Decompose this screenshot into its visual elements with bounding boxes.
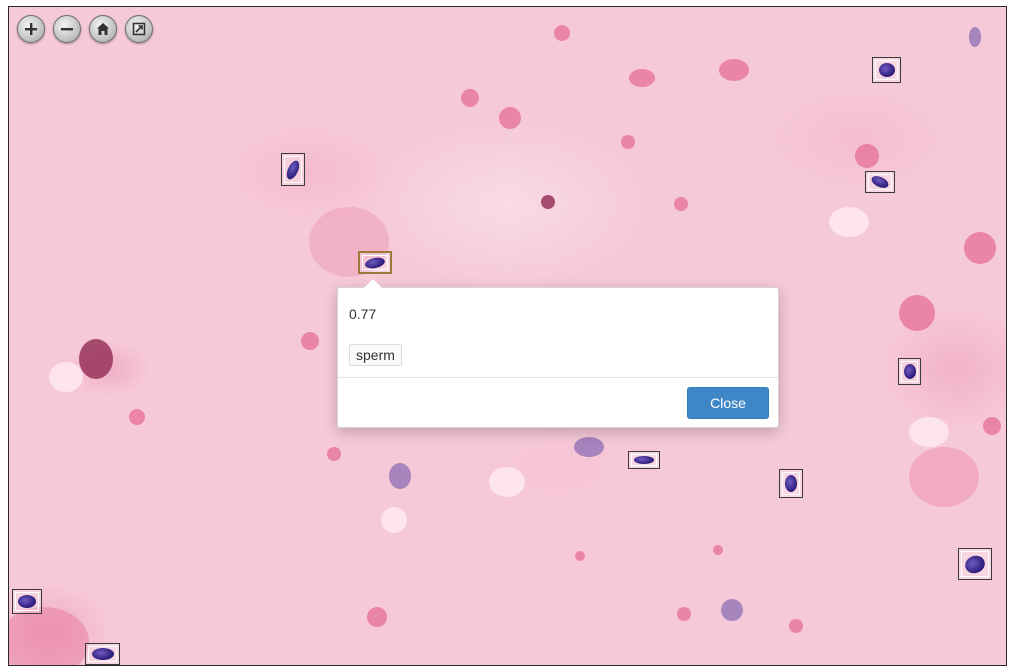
zoom-in-button[interactable]	[17, 15, 45, 43]
detection-box[interactable]	[12, 589, 42, 614]
detection-box[interactable]	[628, 451, 660, 469]
detection-popup: 0.77 sperm Close	[337, 279, 779, 428]
detection-box-inner	[901, 361, 918, 382]
tissue-spot	[9, 607, 89, 665]
tissue-spot	[677, 607, 691, 621]
tissue-cell	[721, 599, 743, 621]
detection-label-tag: sperm	[349, 344, 402, 366]
tissue-spot	[964, 232, 996, 264]
sperm-cell	[962, 552, 988, 576]
tissue-vacuole	[49, 362, 83, 392]
detection-box[interactable]	[872, 57, 901, 83]
tissue-vacuole	[909, 417, 949, 447]
tissue-vacuole	[829, 207, 869, 237]
detection-box-inner	[782, 472, 800, 495]
sperm-cell	[18, 595, 36, 608]
home-icon	[97, 23, 109, 35]
tissue-spot	[713, 545, 723, 555]
tissue-spot	[909, 447, 979, 507]
sperm-cell	[785, 475, 797, 492]
tissue-cell	[389, 463, 411, 489]
sperm-cell	[878, 63, 895, 77]
detection-box[interactable]	[958, 548, 992, 580]
tissue-spot	[719, 59, 749, 81]
sperm-cell	[903, 364, 916, 379]
detection-box[interactable]	[898, 358, 921, 385]
popup-divider	[338, 377, 778, 378]
tissue-spot	[327, 447, 341, 461]
tissue-spot	[499, 107, 521, 129]
viewer-controls	[17, 15, 153, 43]
sperm-cell	[869, 175, 891, 189]
popup-arrow	[364, 279, 382, 288]
detection-box-inner	[875, 60, 898, 80]
detection-score: 0.77	[349, 306, 377, 322]
home-button[interactable]	[89, 15, 117, 43]
fullscreen-button[interactable]	[125, 15, 153, 43]
detection-box[interactable]	[281, 153, 305, 186]
tissue-spot	[855, 144, 879, 168]
zoom-out-button[interactable]	[53, 15, 81, 43]
tissue-spot	[301, 332, 319, 350]
tissue-cell	[969, 27, 981, 47]
detection-box-inner	[961, 551, 989, 577]
fullscreen-icon	[132, 22, 146, 36]
tissue-cell	[574, 437, 604, 457]
tissue-spot	[674, 197, 688, 211]
zoom-in-icon	[25, 23, 37, 35]
tissue-spot	[129, 409, 145, 425]
detection-box[interactable]	[85, 643, 120, 665]
tissue-spot	[621, 135, 635, 149]
tissue-vacuole	[381, 507, 407, 533]
tissue-cell	[79, 339, 113, 379]
tissue-cell	[541, 195, 555, 209]
sperm-cell	[91, 648, 114, 660]
tissue-spot	[554, 25, 570, 41]
tissue-spot	[629, 69, 655, 87]
detection-box-inner	[868, 174, 892, 190]
detection-box-inner	[284, 156, 302, 183]
detection-box-inner	[631, 454, 657, 466]
detection-box[interactable]	[865, 171, 895, 193]
sperm-cell	[364, 256, 386, 269]
tissue-spot	[983, 417, 1001, 435]
close-button[interactable]: Close	[687, 387, 769, 419]
tissue-spot	[461, 89, 479, 107]
detection-box-selected[interactable]	[358, 251, 392, 274]
zoom-out-icon	[61, 28, 73, 31]
detection-box-inner	[88, 646, 117, 662]
tissue-spot	[367, 607, 387, 627]
tissue-spot	[575, 551, 585, 561]
detection-box-inner	[15, 592, 39, 611]
detection-box-inner	[362, 255, 388, 270]
sperm-cell	[285, 158, 301, 181]
tissue-spot	[789, 619, 803, 633]
tissue-spot	[899, 295, 935, 331]
sperm-cell	[634, 456, 654, 464]
detection-box[interactable]	[779, 469, 803, 498]
tissue-vacuole	[489, 467, 525, 497]
